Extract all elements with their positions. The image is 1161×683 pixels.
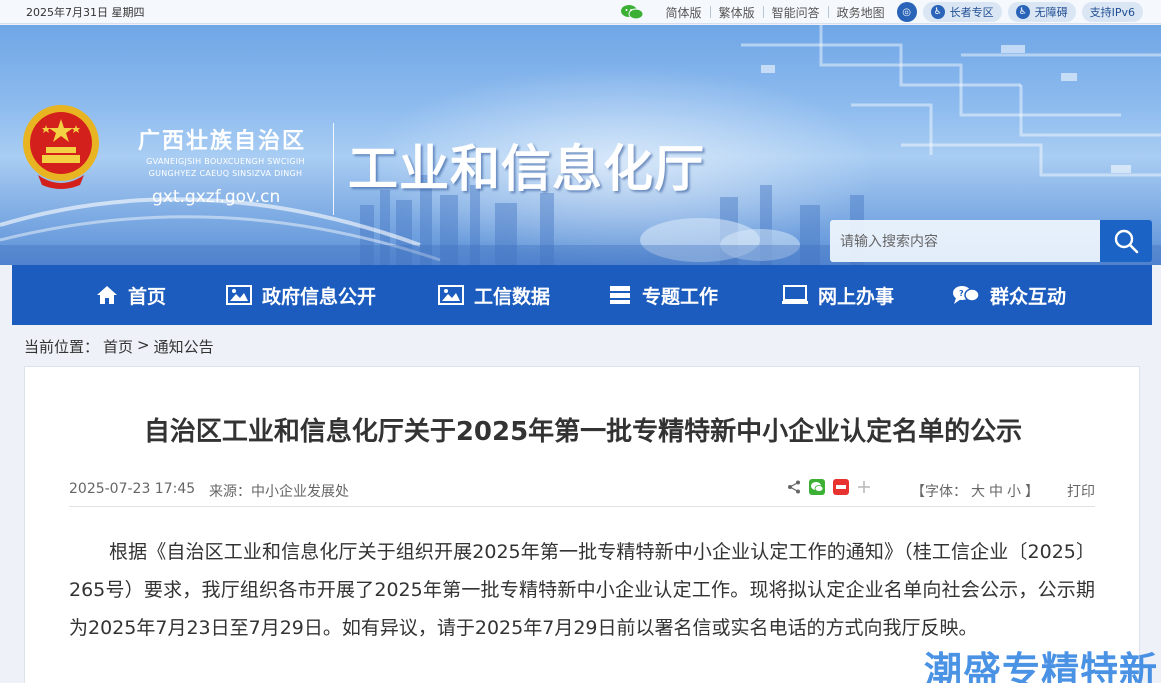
publish-time: 2025-07-23 17:45 [69,481,196,497]
ipv6-label: 支持IPv6 [1089,6,1135,19]
accessibility-icon: ♿ [1015,5,1030,19]
search-button[interactable] [1100,220,1152,262]
wechat-icon[interactable] [620,4,644,20]
share-icon[interactable] [787,480,801,494]
nav-item-home[interactable]: 首页 [96,265,166,325]
traditional-chinese-link[interactable]: 繁体版 [711,4,763,21]
elder-zone-label: 长者专区 [949,6,994,19]
font-size-label: 【字体： [911,484,967,500]
article-panel: 自治区工业和信息化厅关于2025年第一批专精特新中小企业认定名单的公示 2025… [24,366,1140,683]
nav-item-interaction[interactable]: ? 群众互动 [952,265,1066,325]
gov-map-link[interactable]: 政务地图 [829,4,893,21]
article-title: 自治区工业和信息化厅关于2025年第一批专精特新中小企业认定名单的公示 [143,417,1023,447]
main-navigation: 首页 政府信息公开 工信数据 专题工作 网上办事 ? 群众互动 [12,265,1152,325]
monitor-icon [782,285,808,304]
svg-text:?: ? [959,289,964,298]
elder-zone-button[interactable]: ♿ 长者专区 [922,2,1002,22]
article-source: 来源：中小企业发展处 [209,484,349,500]
picture-icon [438,285,464,305]
accessibility-button[interactable]: ♿ 无障碍 [1007,2,1076,22]
breadcrumb: 当前位置： 首页 > 通知公告 [24,336,214,357]
article-meta: 2025-07-23 17:45 来源：中小企业发展处 【字体：大中小】 打印 [69,479,1095,507]
print-button[interactable]: 打印 [1067,481,1095,501]
nav-item-label: 网上办事 [818,285,895,308]
region-name: 广西壮族自治区 [138,129,307,154]
site-name: 工业和信息化厅 [348,139,705,198]
toutiao-share-icon[interactable] [833,479,849,495]
share-tools [787,479,871,495]
stack-icon [610,286,630,304]
top-utility-bar: 2025年7月31日 星期四 简体版 繁体版 智能问答 政务地图 ◎ ♿ 长者专… [0,0,1161,24]
nav-item-label: 工信数据 [474,285,551,308]
ipv6-badge: 支持IPv6 [1081,2,1143,22]
search-input[interactable] [830,220,1100,262]
header-divider [333,123,334,215]
search-icon [1114,229,1139,254]
nav-item-gov-info[interactable]: 政府信息公开 [226,265,376,325]
robot-icon[interactable]: ◎ [896,2,917,22]
picture-icon [226,285,252,305]
chat-icon: ? [953,286,980,304]
nav-item-label: 首页 [128,285,167,308]
simplified-chinese-link[interactable]: 简体版 [658,4,710,21]
wechat-share-icon[interactable] [809,479,825,495]
smart-qa-link[interactable]: 智能问答 [764,4,828,21]
site-domain: gxt.gxzf.gov.cn [152,187,281,207]
utility-links: 简体版 繁体版 智能问答 政务地图 ◎ ♿ 长者专区 ♿ 无障碍 支持IPv6 [620,0,1143,24]
watermark-text: 潮盛专精特新 [924,649,1159,683]
header-banner: 广西壮族自治区 GVANEIGJSIH BOUXCUENGH SWCIGIH G… [0,25,1161,265]
nav-item-label: 政府信息公开 [262,285,377,308]
font-size-close: 】 [1025,484,1039,500]
nav-item-topics[interactable]: 专题工作 [608,265,718,325]
font-size-switcher: 【字体：大中小】 [909,481,1041,501]
nav-item-label: 群众互动 [990,285,1067,308]
breadcrumb-current-link[interactable]: 通知公告 [154,336,214,357]
elder-icon: ♿ [930,5,945,19]
nav-item-data[interactable]: 工信数据 [438,265,550,325]
accessibility-label: 无障碍 [1034,6,1068,19]
breadcrumb-home-link[interactable]: 首页 [103,336,133,357]
font-size-large[interactable]: 大 [971,484,985,500]
breadcrumb-separator: > [137,336,150,354]
home-icon [97,286,117,304]
national-emblem-icon [23,105,99,189]
font-size-medium[interactable]: 中 [989,484,1003,500]
nav-item-online-services[interactable]: 网上办事 [782,265,894,325]
nav-item-label: 专题工作 [642,285,719,308]
font-size-small[interactable]: 小 [1007,484,1021,500]
article-body: 根据《自治区工业和信息化厅关于组织开展2025年第一批专精特新中小企业认定工作的… [69,541,1095,639]
region-name-zhuang: GVANEIGJSIH BOUXCUENGH SWCIGIH GUNGHYEZ … [146,157,305,178]
current-date: 2025年7月31日 星期四 [26,6,145,19]
search-box [830,220,1152,262]
breadcrumb-prefix: 当前位置： [24,338,100,356]
more-share-icon[interactable] [857,480,871,494]
